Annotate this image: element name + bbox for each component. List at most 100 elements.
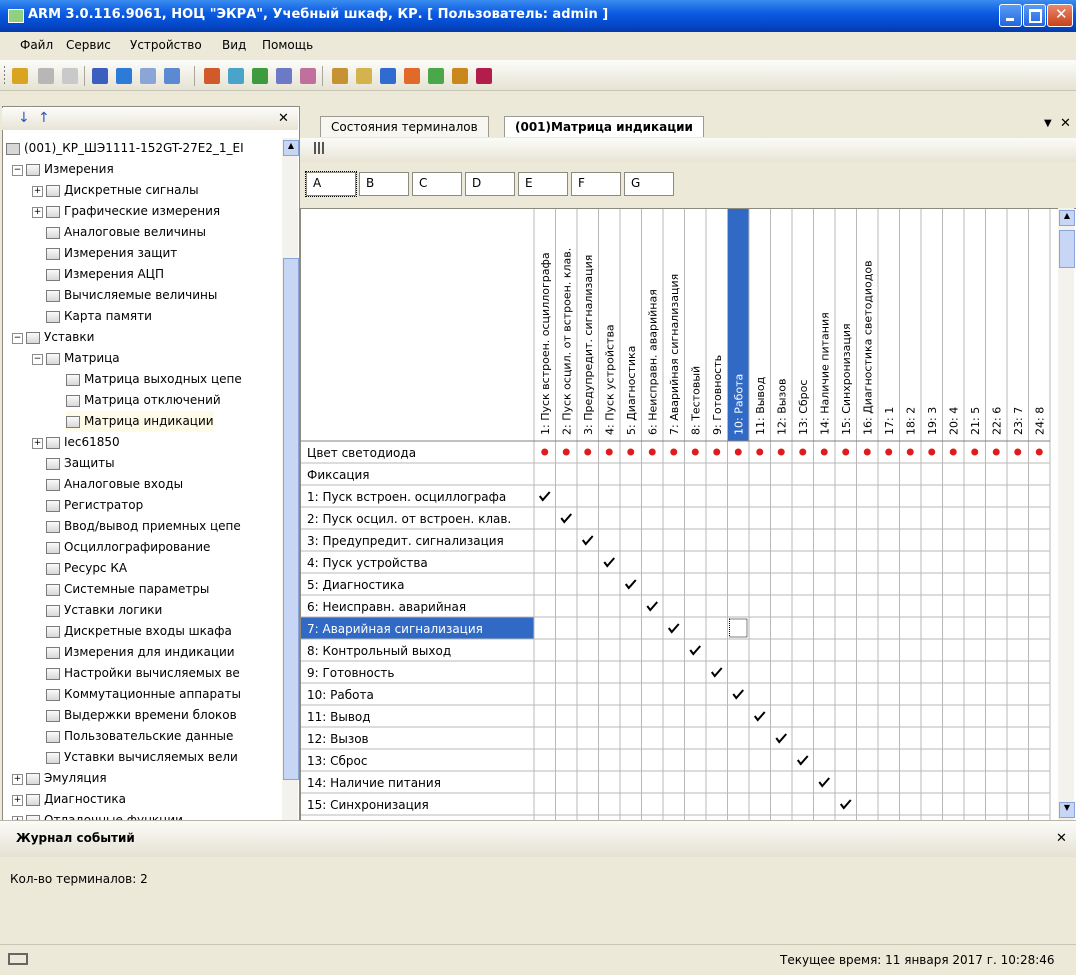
- tree-item[interactable]: Матрица отключений: [66, 390, 221, 411]
- tree-icon[interactable]: [252, 68, 268, 84]
- column-header[interactable]: 24: 8: [1033, 407, 1046, 435]
- row-label[interactable]: 4: Пуск устройства: [307, 556, 428, 570]
- journal-close-icon[interactable]: ✕: [1056, 831, 1067, 846]
- tree-item[interactable]: Коммутационные аппараты: [46, 684, 241, 705]
- column-header[interactable]: 6: Неисправн. аварийная: [646, 289, 659, 435]
- row-label[interactable]: 13: Сброс: [307, 754, 367, 768]
- expand-icon[interactable]: +: [12, 774, 23, 785]
- row-label[interactable]: 11: Вывод: [307, 710, 371, 724]
- led-indicator[interactable]: [1014, 448, 1022, 456]
- tree-item[interactable]: Карта памяти: [46, 306, 152, 327]
- matrix-scroll-up-icon[interactable]: ▲: [1059, 210, 1075, 226]
- column-header[interactable]: 8: Тестовый: [689, 366, 702, 435]
- tree-item[interactable]: Пользовательские данные: [46, 726, 233, 747]
- led-indicator[interactable]: [584, 448, 592, 456]
- column-header[interactable]: 23: 7: [1012, 407, 1025, 435]
- check-mark[interactable]: [775, 733, 788, 744]
- check-mark[interactable]: [646, 601, 659, 612]
- tree-root[interactable]: (001)_КР_ШЭ1111-152GT-27Е2_1_ЕI: [6, 138, 244, 159]
- letter-tab[interactable]: A: [305, 171, 357, 197]
- led-indicator[interactable]: [627, 448, 635, 456]
- row-label[interactable]: Цвет светодиода: [307, 446, 416, 460]
- open-icon[interactable]: [332, 68, 348, 84]
- letter-tab[interactable]: D: [465, 172, 515, 196]
- led-indicator[interactable]: [670, 448, 678, 456]
- column-header[interactable]: 13: Сброс: [797, 380, 810, 435]
- tree-item[interactable]: + Диагностика: [12, 789, 126, 810]
- tree-item[interactable]: + Эмуляция: [12, 768, 107, 789]
- tree-item[interactable]: Матрица индикации: [66, 411, 214, 432]
- tree-item[interactable]: − Уставки: [12, 327, 94, 348]
- led-indicator[interactable]: [756, 448, 764, 456]
- book-icon[interactable]: [476, 68, 492, 84]
- led-indicator[interactable]: [906, 448, 914, 456]
- save-icon[interactable]: [380, 68, 396, 84]
- tree-item[interactable]: Выдержки времени блоков: [46, 705, 237, 726]
- focus-cell[interactable]: [729, 618, 748, 638]
- row-label[interactable]: 8: Контрольный выход: [307, 644, 451, 658]
- scroll-up-icon[interactable]: ▲: [283, 140, 299, 156]
- paste-icon[interactable]: [228, 68, 244, 84]
- led-indicator[interactable]: [777, 448, 785, 456]
- led-indicator[interactable]: [971, 448, 979, 456]
- arrow-up-icon[interactable]: ↑: [38, 110, 50, 126]
- refresh-icon[interactable]: [428, 68, 444, 84]
- led-indicator[interactable]: [734, 448, 742, 456]
- led-indicator[interactable]: [713, 448, 721, 456]
- tree-vertical-scrollbar[interactable]: ▲ ▼: [282, 138, 299, 838]
- row-label[interactable]: Фиксация: [307, 468, 370, 482]
- tree-item[interactable]: Защиты: [46, 453, 115, 474]
- tree-item[interactable]: − Измерения: [12, 159, 114, 180]
- rss-icon[interactable]: [404, 68, 420, 84]
- collapse-icon[interactable]: −: [12, 333, 23, 344]
- connect-icon[interactable]: [12, 68, 28, 84]
- tree-item[interactable]: Ввод/вывод приемных цепе: [46, 516, 241, 537]
- led-indicator[interactable]: [885, 448, 893, 456]
- column-header[interactable]: 10: Работа: [732, 374, 745, 435]
- check-mark[interactable]: [710, 667, 723, 678]
- letter-tab[interactable]: C: [412, 172, 462, 196]
- led-indicator[interactable]: [605, 448, 613, 456]
- tree-item[interactable]: Уставки логики: [46, 600, 162, 621]
- column-header[interactable]: 7: Аварийная сигнализация: [668, 274, 681, 435]
- row-label[interactable]: 5: Диагностика: [307, 578, 405, 592]
- column-header[interactable]: 22: 6: [990, 407, 1003, 435]
- tree-item[interactable]: Вычисляемые величины: [46, 285, 217, 306]
- led-indicator[interactable]: [1035, 448, 1043, 456]
- column-header[interactable]: 9: Готовность: [711, 355, 724, 435]
- tree-item[interactable]: − Матрица: [32, 348, 120, 369]
- tree-item[interactable]: Аналоговые величины: [46, 222, 206, 243]
- edit-icon[interactable]: [356, 68, 372, 84]
- check-mark[interactable]: [538, 491, 551, 502]
- expand-icon[interactable]: +: [12, 795, 23, 806]
- tree-item[interactable]: Матрица выходных цепе: [66, 369, 242, 390]
- tab-list-icon[interactable]: ▼: [1044, 118, 1052, 129]
- row-label[interactable]: 7: Аварийная сигнализация: [307, 622, 483, 636]
- tree-item[interactable]: Измерения защит: [46, 243, 177, 264]
- collapse-icon[interactable]: −: [12, 165, 23, 176]
- column-header[interactable]: 18: 2: [904, 407, 917, 435]
- column-header[interactable]: 14: Наличие питания: [818, 312, 831, 435]
- close-tab-icon[interactable]: ✕: [1060, 116, 1071, 131]
- column-header[interactable]: 11: Вывод: [754, 376, 767, 435]
- tree-item[interactable]: Измерения для индикации: [46, 642, 235, 663]
- grid-icon[interactable]: [314, 142, 326, 154]
- column-header[interactable]: 20: 4: [947, 407, 960, 435]
- tree-item[interactable]: Системные параметры: [46, 579, 209, 600]
- led-indicator[interactable]: [562, 448, 570, 456]
- column-header[interactable]: 17: 1: [883, 407, 896, 435]
- column-header[interactable]: 2: Пуск осцил. от встроен. клав.: [560, 248, 573, 435]
- check-mark[interactable]: [603, 557, 616, 568]
- led-indicator[interactable]: [648, 448, 656, 456]
- tab-terminal-states[interactable]: Состояния терминалов: [320, 116, 489, 137]
- led-indicator[interactable]: [820, 448, 828, 456]
- led-indicator[interactable]: [992, 448, 1000, 456]
- tree-item[interactable]: Осциллографирование: [46, 537, 210, 558]
- tree-item[interactable]: + Графические измерения: [32, 201, 220, 222]
- led-indicator[interactable]: [842, 448, 850, 456]
- row-label[interactable]: 6: Неисправн. аварийная: [307, 600, 466, 614]
- check-mark[interactable]: [839, 799, 852, 810]
- tree-item[interactable]: + Iec61850: [32, 432, 120, 453]
- letter-tab[interactable]: B: [359, 172, 409, 196]
- check-mark[interactable]: [818, 777, 831, 788]
